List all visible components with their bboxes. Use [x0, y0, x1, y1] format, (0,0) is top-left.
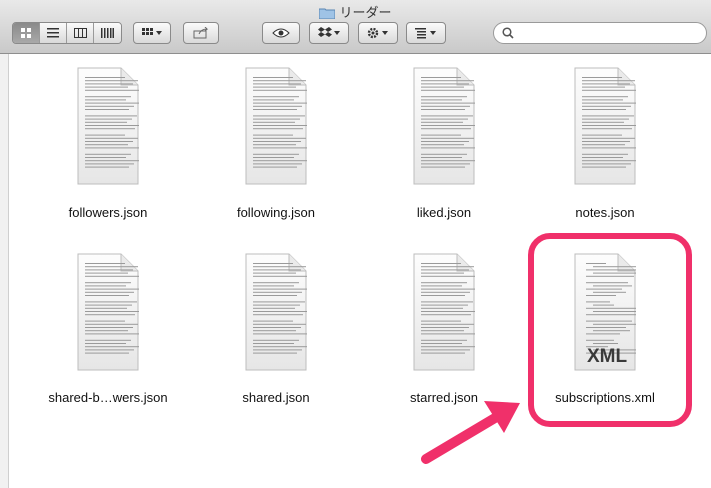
gear-icon — [367, 27, 388, 39]
coverflow-icon — [101, 28, 114, 38]
quick-look-button[interactable] — [262, 22, 300, 44]
toolbar: リーダー — [0, 0, 711, 54]
json-document-icon — [413, 67, 477, 190]
arrange-button[interactable] — [133, 22, 171, 44]
window-title-text: リーダー — [339, 5, 392, 20]
columns-icon — [73, 28, 87, 38]
icon-view-button[interactable] — [13, 23, 40, 43]
file-name: liked.json — [416, 205, 472, 220]
view-mode-segmented-control[interactable] — [12, 22, 122, 44]
search-input[interactable] — [520, 25, 704, 43]
window-title: リーダー — [0, 2, 711, 21]
arrange-by-button[interactable] — [406, 22, 446, 44]
list-icon — [47, 28, 59, 38]
folder-icon — [319, 8, 336, 19]
share-icon — [193, 27, 209, 39]
arrange-grid-icon — [142, 28, 162, 35]
json-document-icon — [574, 67, 638, 190]
arrange-list-icon — [415, 28, 436, 39]
file-name: followers.json — [68, 205, 148, 220]
json-document-icon — [245, 253, 309, 376]
dropbox-button[interactable] — [309, 22, 349, 44]
finder-window: リーダー followers.json following.json liked… — [0, 0, 711, 488]
search-field[interactable] — [493, 22, 707, 44]
list-view-button[interactable] — [40, 23, 67, 43]
json-document-icon — [413, 253, 477, 376]
file-name: shared-b…wers.json — [48, 390, 168, 405]
file-name: following.json — [236, 205, 316, 220]
file-name: notes.json — [575, 205, 635, 220]
json-document-icon — [77, 67, 141, 190]
file-name: shared.json — [242, 390, 310, 405]
json-document-icon — [245, 67, 309, 190]
grid-icon — [20, 27, 31, 38]
column-view-button[interactable] — [67, 23, 94, 43]
dropbox-icon — [318, 27, 340, 37]
eye-icon — [272, 28, 290, 38]
arrow-icon — [421, 401, 520, 464]
share-button[interactable] — [183, 22, 219, 44]
json-document-icon — [77, 253, 141, 376]
coverflow-view-button[interactable] — [94, 23, 121, 43]
sidebar-edge — [0, 54, 9, 488]
highlight-box — [528, 233, 692, 427]
action-button[interactable] — [358, 22, 398, 44]
search-icon — [502, 27, 514, 39]
